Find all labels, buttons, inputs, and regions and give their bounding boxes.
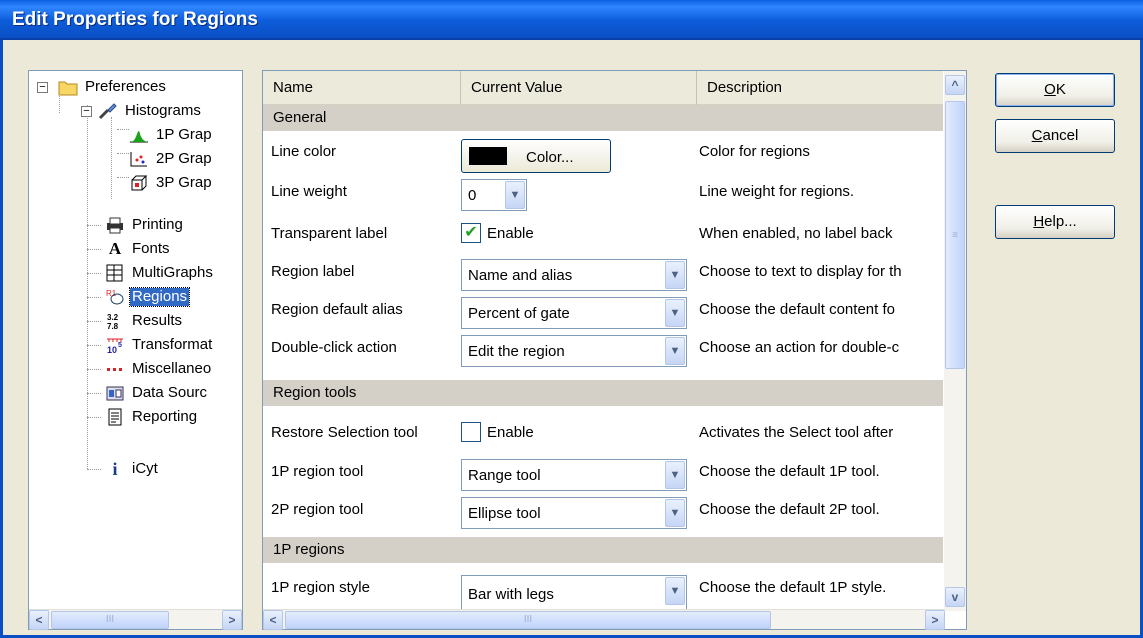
scroll-left-arrow-icon[interactable]: < bbox=[263, 610, 283, 630]
property-row-transparent-label[interactable]: Transparent label ✔ Enable When enabled,… bbox=[263, 217, 943, 257]
scroll-right-arrow-icon[interactable]: > bbox=[925, 610, 945, 630]
region-label-select[interactable]: Name and alias ▼ bbox=[461, 259, 687, 291]
collapse-toggle[interactable]: − bbox=[81, 105, 92, 117]
color-button[interactable]: Color... bbox=[461, 139, 611, 173]
ok-button[interactable]: OK bbox=[995, 73, 1115, 107]
line-weight-select[interactable]: 0 ▼ bbox=[461, 179, 527, 211]
font-icon: A bbox=[108, 239, 122, 258]
chevron-down-icon[interactable]: ▼ bbox=[665, 299, 685, 327]
preferences-tree[interactable]: − Preferences − Histograms 1P Grap 2P Gr… bbox=[28, 70, 243, 630]
miscellaneous-icon bbox=[105, 360, 125, 378]
region-default-alias-select[interactable]: Percent of gate ▼ bbox=[461, 297, 687, 329]
column-header-current-value[interactable]: Current Value bbox=[461, 71, 697, 105]
window-title: Edit Properties for Regions bbox=[12, 9, 258, 30]
svg-text:7.8: 7.8 bbox=[107, 322, 119, 330]
collapse-toggle[interactable]: − bbox=[37, 81, 48, 93]
tree-item-regions[interactable]: R1 Regions bbox=[105, 285, 191, 309]
svg-text:3.2: 3.2 bbox=[107, 313, 119, 322]
tree-horizontal-scrollbar[interactable]: < III > bbox=[29, 609, 242, 630]
property-grid[interactable]: Name Current Value Description General L… bbox=[262, 70, 967, 630]
1p-region-style-select[interactable]: Bar with legs ▼ bbox=[461, 575, 687, 609]
tree-item-histograms[interactable]: − Histograms bbox=[81, 99, 203, 123]
double-click-action-select[interactable]: Edit the region ▼ bbox=[461, 335, 687, 367]
property-row-line-color[interactable]: Line color Color... Color for regions bbox=[263, 135, 943, 175]
property-row-1p-region-style[interactable]: 1P region style Bar with legs ▼ Choose t… bbox=[263, 571, 943, 609]
tree-item-icyt[interactable]: i iCyt bbox=[105, 457, 160, 481]
chevron-down-icon[interactable]: ▼ bbox=[505, 181, 525, 209]
chevron-down-icon[interactable]: ▼ bbox=[665, 461, 685, 489]
regions-icon: R1 bbox=[105, 288, 125, 306]
grid-horizontal-scrollbar[interactable]: < III > bbox=[263, 609, 945, 630]
checkmark-icon[interactable]: ✔ bbox=[461, 223, 481, 243]
section-general[interactable]: General bbox=[263, 105, 943, 131]
scroll-up-arrow-icon[interactable]: ^ bbox=[945, 75, 965, 95]
tree-item-data-source[interactable]: Data Sourc bbox=[105, 381, 209, 405]
3p-graph-icon bbox=[129, 174, 149, 192]
2p-region-tool-select[interactable]: Ellipse tool ▼ bbox=[461, 497, 687, 529]
results-icon: 3.2 7.8 bbox=[105, 312, 125, 331]
svg-text:5: 5 bbox=[118, 342, 122, 349]
chevron-down-icon[interactable]: ▼ bbox=[665, 337, 685, 365]
tree-item-2p-graph[interactable]: 2P Grap bbox=[129, 147, 214, 171]
property-row-1p-region-tool[interactable]: 1P region tool Range tool ▼ Choose the d… bbox=[263, 455, 943, 495]
printer-icon bbox=[105, 216, 125, 234]
section-region-tools[interactable]: Region tools bbox=[263, 380, 943, 406]
scroll-thumb[interactable]: III bbox=[51, 611, 169, 629]
property-row-restore-selection-tool[interactable]: Restore Selection tool Enable Activates … bbox=[263, 416, 943, 456]
transformation-icon: 10 5 bbox=[105, 336, 125, 355]
column-header-name[interactable]: Name bbox=[263, 71, 461, 105]
property-row-region-label[interactable]: Region label Name and alias ▼ Choose to … bbox=[263, 255, 943, 295]
tree-item-3p-graph[interactable]: 3P Grap bbox=[129, 171, 214, 195]
title-bar: Edit Properties for Regions bbox=[0, 0, 1143, 40]
tree-item-results[interactable]: 3.2 7.8 Results bbox=[105, 309, 184, 333]
tree-item-miscellaneous[interactable]: Miscellaneo bbox=[105, 357, 213, 381]
data-source-icon bbox=[105, 384, 125, 402]
section-1p-regions[interactable]: 1P regions bbox=[263, 537, 943, 563]
restore-selection-checkbox[interactable]: Enable bbox=[461, 422, 534, 442]
property-row-double-click-action[interactable]: Double-click action Edit the region ▼ Ch… bbox=[263, 331, 943, 371]
tree-item-printing[interactable]: Printing bbox=[105, 213, 185, 237]
chevron-down-icon[interactable]: ▼ bbox=[665, 261, 685, 289]
chevron-down-icon[interactable]: ▼ bbox=[665, 577, 685, 605]
property-row-line-weight[interactable]: Line weight 0 ▼ Line weight for regions. bbox=[263, 175, 943, 215]
reporting-icon bbox=[105, 408, 125, 426]
folder-icon bbox=[58, 78, 78, 96]
scroll-thumb[interactable]: III bbox=[285, 611, 771, 629]
scroll-left-arrow-icon[interactable]: < bbox=[29, 610, 49, 630]
cancel-button[interactable]: Cancel bbox=[995, 119, 1115, 153]
2p-graph-icon bbox=[129, 150, 149, 168]
1p-graph-icon bbox=[129, 126, 149, 144]
tree-item-fonts[interactable]: A Fonts bbox=[105, 237, 172, 261]
tree-item-transformation[interactable]: 10 5 Transformat bbox=[105, 333, 214, 357]
column-header-description[interactable]: Description bbox=[697, 71, 943, 105]
scroll-thumb[interactable]: ≡ bbox=[945, 101, 965, 369]
info-icon: i bbox=[112, 459, 118, 479]
brush-icon bbox=[98, 102, 118, 120]
help-button[interactable]: Help... bbox=[995, 205, 1115, 239]
tree-item-1p-graph[interactable]: 1P Grap bbox=[129, 123, 214, 147]
1p-region-tool-select[interactable]: Range tool ▼ bbox=[461, 459, 687, 491]
grid-header: Name Current Value Description bbox=[263, 71, 943, 105]
tree-item-preferences[interactable]: − Preferences bbox=[37, 75, 168, 99]
scroll-down-arrow-icon[interactable]: v bbox=[945, 587, 965, 607]
color-swatch bbox=[469, 147, 507, 165]
transparent-label-checkbox[interactable]: ✔ Enable bbox=[461, 223, 534, 243]
grid-vertical-scrollbar[interactable]: ^ ≡ v bbox=[944, 71, 966, 611]
checkbox-empty[interactable] bbox=[461, 422, 481, 442]
tree-item-multigraphs[interactable]: MultiGraphs bbox=[105, 261, 215, 285]
chevron-down-icon[interactable]: ▼ bbox=[665, 499, 685, 527]
tree-item-reporting[interactable]: Reporting bbox=[105, 405, 199, 429]
property-row-region-default-alias[interactable]: Region default alias Percent of gate ▼ C… bbox=[263, 293, 943, 333]
svg-text:10: 10 bbox=[107, 345, 117, 354]
multigraph-icon bbox=[105, 264, 125, 282]
scroll-right-arrow-icon[interactable]: > bbox=[222, 610, 242, 630]
property-row-2p-region-tool[interactable]: 2P region tool Ellipse tool ▼ Choose the… bbox=[263, 493, 943, 533]
